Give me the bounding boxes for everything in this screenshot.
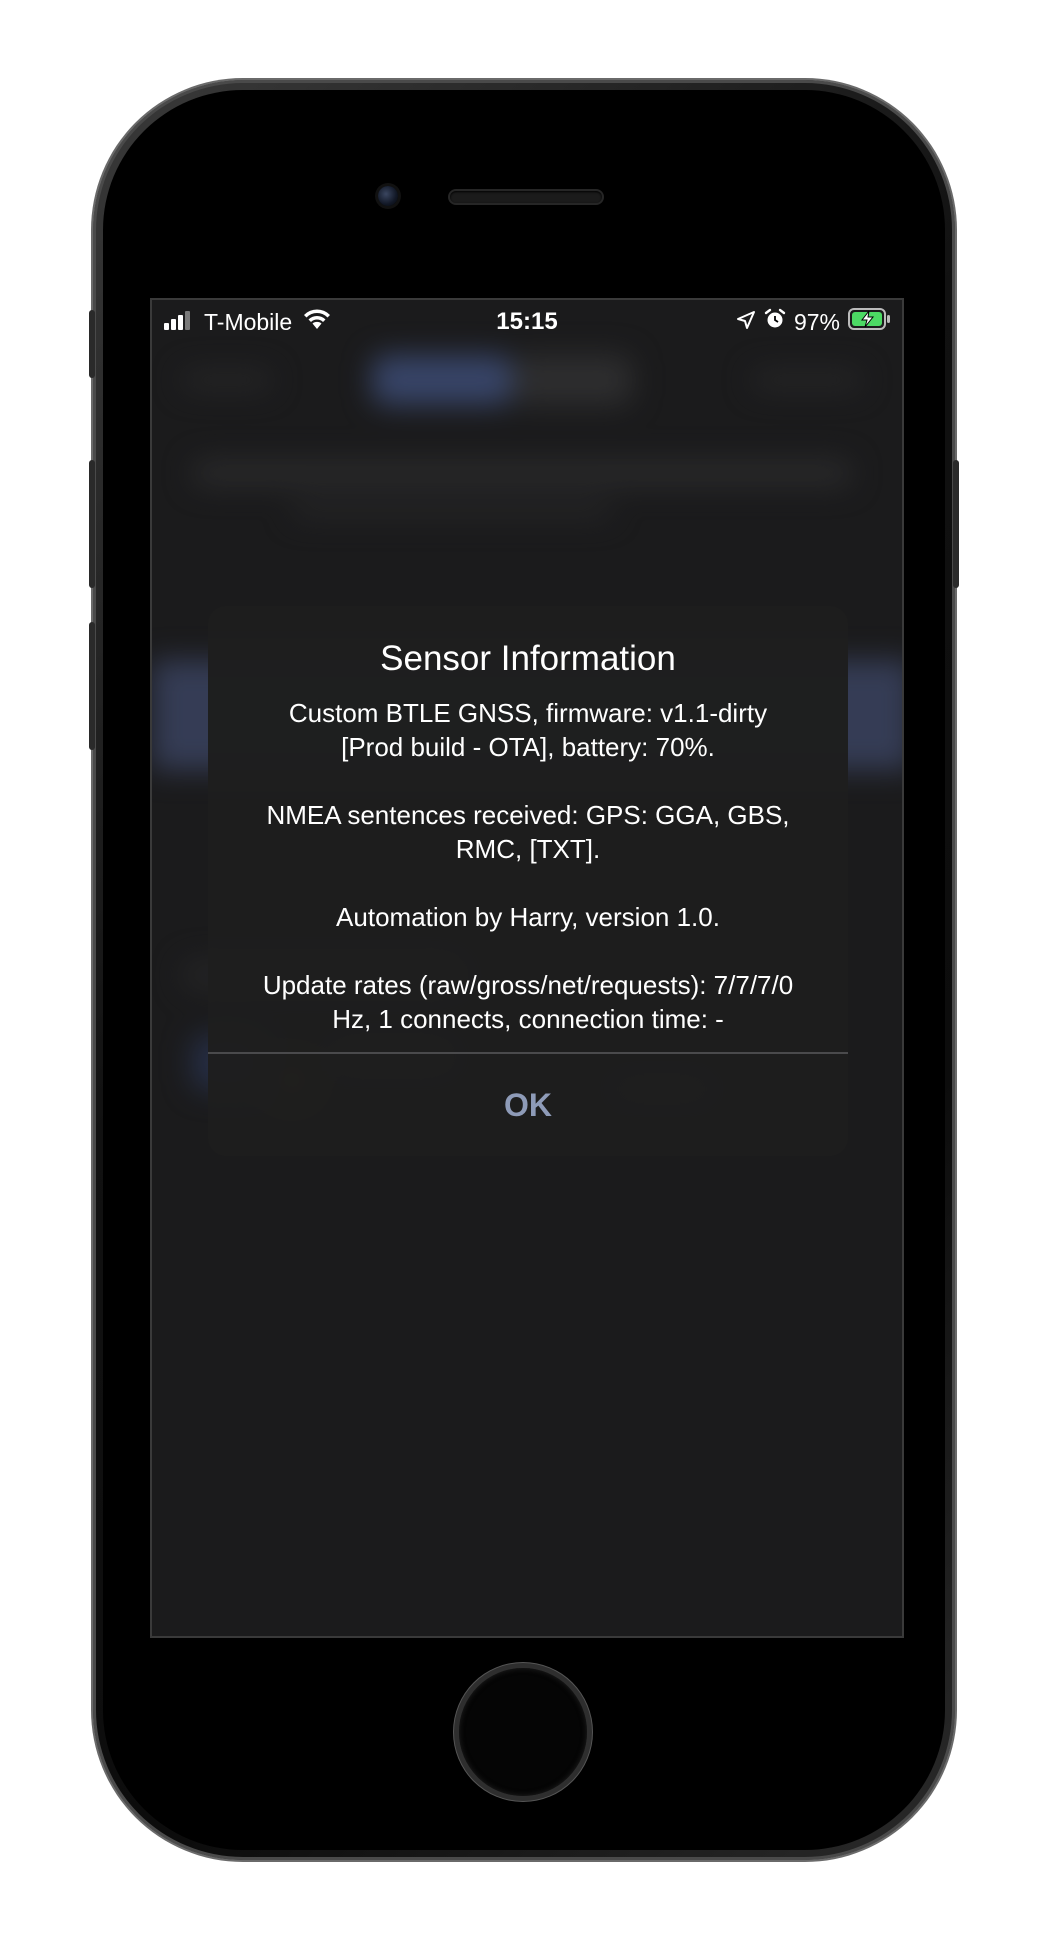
earpiece-speaker [450, 191, 602, 203]
mute-switch [89, 310, 95, 378]
front-camera [378, 186, 398, 206]
home-button[interactable] [459, 1668, 587, 1796]
ok-button[interactable]: OK [208, 1054, 848, 1156]
battery-percent: 97% [793, 308, 840, 335]
volume-up-button [89, 460, 95, 588]
battery-charging-icon [848, 308, 892, 336]
alarm-icon [764, 308, 786, 336]
power-button [953, 460, 959, 588]
sensor-info-alert: Sensor Information Custom BTLE GNSS, fir… [208, 606, 848, 1156]
screen: T-Mobile 15:15 97% Sensor Information Cu… [150, 298, 904, 1638]
alert-message: Custom BTLE GNSS, firmware: v1.1-dirty [… [262, 698, 794, 1034]
location-arrow-icon [736, 309, 756, 336]
alert-title: Sensor Information [380, 639, 676, 678]
volume-down-button [89, 622, 95, 750]
status-bar: T-Mobile 15:15 97% [152, 300, 902, 344]
